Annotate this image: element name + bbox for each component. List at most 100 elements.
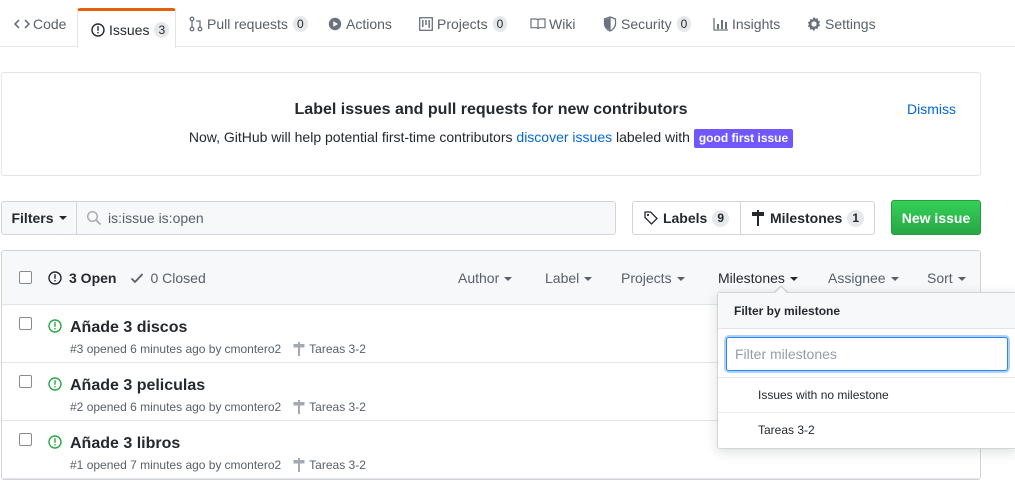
filters-label: Filters	[11, 210, 54, 226]
author-filter-menu[interactable]: Author	[458, 270, 513, 286]
issue-milestone-label: Tareas 3-2	[309, 342, 366, 356]
tab-security[interactable]: Security 0	[602, 0, 692, 47]
dropdown-item-no-milestone[interactable]: Issues with no milestone	[718, 378, 1015, 413]
check-icon	[130, 272, 144, 284]
milestone-filter-dropdown: Filter by milestone Issues with no miles…	[717, 292, 1015, 449]
assignee-filter-menu[interactable]: Assignee	[828, 270, 899, 286]
sort-menu-label: Sort	[927, 270, 953, 286]
label-filter-menu[interactable]: Label	[545, 270, 593, 286]
projects-menu-label: Projects	[621, 270, 672, 286]
issue-checkbox[interactable]	[19, 433, 32, 446]
issue-title-link[interactable]: Añade 3 peliculas	[70, 377, 205, 395]
issue-search-input[interactable]	[108, 210, 588, 226]
issue-checkbox[interactable]	[19, 317, 32, 330]
milestone-icon	[293, 458, 305, 472]
shield-icon	[602, 15, 618, 32]
issue-number: #3	[70, 342, 84, 356]
issue-author-link[interactable]: cmontero2	[224, 342, 281, 356]
discover-issues-link[interactable]: discover issues	[516, 129, 612, 145]
milestones-label: Milestones	[769, 210, 843, 226]
issue-meta: #3 opened 6 minutes ago by cmontero2 Tar…	[70, 342, 366, 356]
chevron-down-icon	[584, 277, 593, 282]
tag-icon	[644, 211, 658, 225]
filter-milestones-input[interactable]	[726, 337, 1008, 371]
git-pull-request-icon	[188, 16, 204, 32]
issue-opened-text: opened 7 minutes ago by	[86, 458, 222, 472]
tab-pull-requests[interactable]: Pull requests 0	[188, 0, 308, 47]
issue-opened-icon	[48, 377, 62, 394]
tab-pull-requests-label: Pull requests	[207, 15, 288, 32]
good-first-issue-banner: Label issues and pull requests for new c…	[1, 72, 981, 176]
dropdown-filter-area	[718, 329, 1015, 378]
tab-code-label: Code	[33, 15, 67, 32]
chevron-down-icon	[789, 277, 798, 282]
tab-issues-label: Issues	[109, 21, 150, 38]
labels-label: Labels	[662, 210, 708, 226]
milestones-filter-menu[interactable]: Milestones	[718, 270, 798, 286]
issue-milestone-link[interactable]: Tareas 3-2	[293, 458, 366, 472]
banner-text: Now, GitHub will help potential first-ti…	[2, 129, 980, 148]
labels-button[interactable]: Labels 9	[632, 201, 741, 235]
gear-icon	[806, 16, 822, 32]
milestone-icon	[293, 400, 305, 414]
issue-title-link[interactable]: Añade 3 discos	[70, 319, 187, 337]
sort-menu[interactable]: Sort	[927, 270, 966, 286]
issue-number: #1	[70, 458, 84, 472]
milestones-menu-label: Milestones	[718, 270, 785, 286]
closed-issues-link[interactable]: 0 Closed	[130, 270, 206, 286]
issue-meta: #1 opened 7 minutes ago by cmontero2 Tar…	[70, 458, 366, 472]
issue-opened-icon	[48, 435, 62, 452]
projects-filter-menu[interactable]: Projects	[621, 270, 685, 286]
tab-issues[interactable]: Issues 3	[77, 8, 176, 48]
issue-author-link[interactable]: cmontero2	[224, 400, 281, 414]
tab-security-count: 0	[676, 15, 692, 32]
tab-projects-label: Projects	[437, 15, 488, 32]
issue-opened-text: opened 6 minutes ago by	[86, 400, 222, 414]
assignee-menu-label: Assignee	[828, 270, 886, 286]
milestone-icon	[751, 210, 765, 226]
labels-count: 9	[712, 209, 730, 227]
chevron-down-icon	[676, 277, 685, 282]
issue-opened-icon	[48, 271, 62, 285]
project-icon	[418, 16, 434, 32]
filters-button[interactable]: Filters	[1, 201, 77, 235]
milestones-count: 1	[847, 209, 865, 227]
chevron-down-icon	[58, 216, 67, 220]
closed-count-label: 0 Closed	[150, 270, 206, 286]
good-first-issue-label[interactable]: good first issue	[693, 129, 794, 148]
tab-code[interactable]: Code	[14, 0, 66, 47]
tab-issues-count: 3	[154, 21, 170, 38]
issue-number: #2	[70, 400, 84, 414]
tab-settings[interactable]: Settings	[806, 0, 876, 47]
issue-milestone-link[interactable]: Tareas 3-2	[293, 342, 366, 356]
dismiss-button[interactable]: Dismiss	[907, 101, 956, 117]
issue-milestone-label: Tareas 3-2	[309, 458, 366, 472]
dropdown-title: Filter by milestone	[718, 293, 1015, 329]
tab-wiki[interactable]: Wiki	[530, 0, 575, 47]
select-all-checkbox[interactable]	[19, 271, 32, 284]
new-issue-button[interactable]: New issue	[891, 200, 981, 235]
issue-opened-icon	[48, 319, 62, 336]
tab-wiki-label: Wiki	[549, 15, 576, 32]
label-menu-label: Label	[545, 270, 580, 286]
book-icon	[530, 16, 546, 32]
tab-insights[interactable]: Insights	[713, 0, 780, 47]
author-menu-label: Author	[458, 270, 500, 286]
code-icon	[14, 16, 30, 32]
issue-author-link[interactable]: cmontero2	[224, 458, 281, 472]
play-icon	[327, 16, 343, 32]
tab-actions[interactable]: Actions	[327, 0, 392, 47]
issue-checkbox[interactable]	[19, 375, 32, 388]
issue-opened-icon	[90, 22, 106, 38]
tab-pull-requests-count: 0	[292, 15, 308, 32]
tab-projects[interactable]: Projects 0	[418, 0, 508, 47]
dropdown-item-milestone[interactable]: Tareas 3-2	[718, 413, 1015, 448]
issue-milestone-link[interactable]: Tareas 3-2	[293, 400, 366, 414]
milestones-button[interactable]: Milestones 1	[740, 201, 875, 235]
tab-projects-count: 0	[492, 15, 508, 32]
open-issues-link[interactable]: 3 Open	[48, 270, 116, 286]
issue-opened-text: opened 6 minutes ago by	[86, 342, 222, 356]
issue-title-link[interactable]: Añade 3 libros	[70, 435, 180, 453]
issue-milestone-label: Tareas 3-2	[309, 400, 366, 414]
chevron-down-icon	[504, 277, 513, 282]
